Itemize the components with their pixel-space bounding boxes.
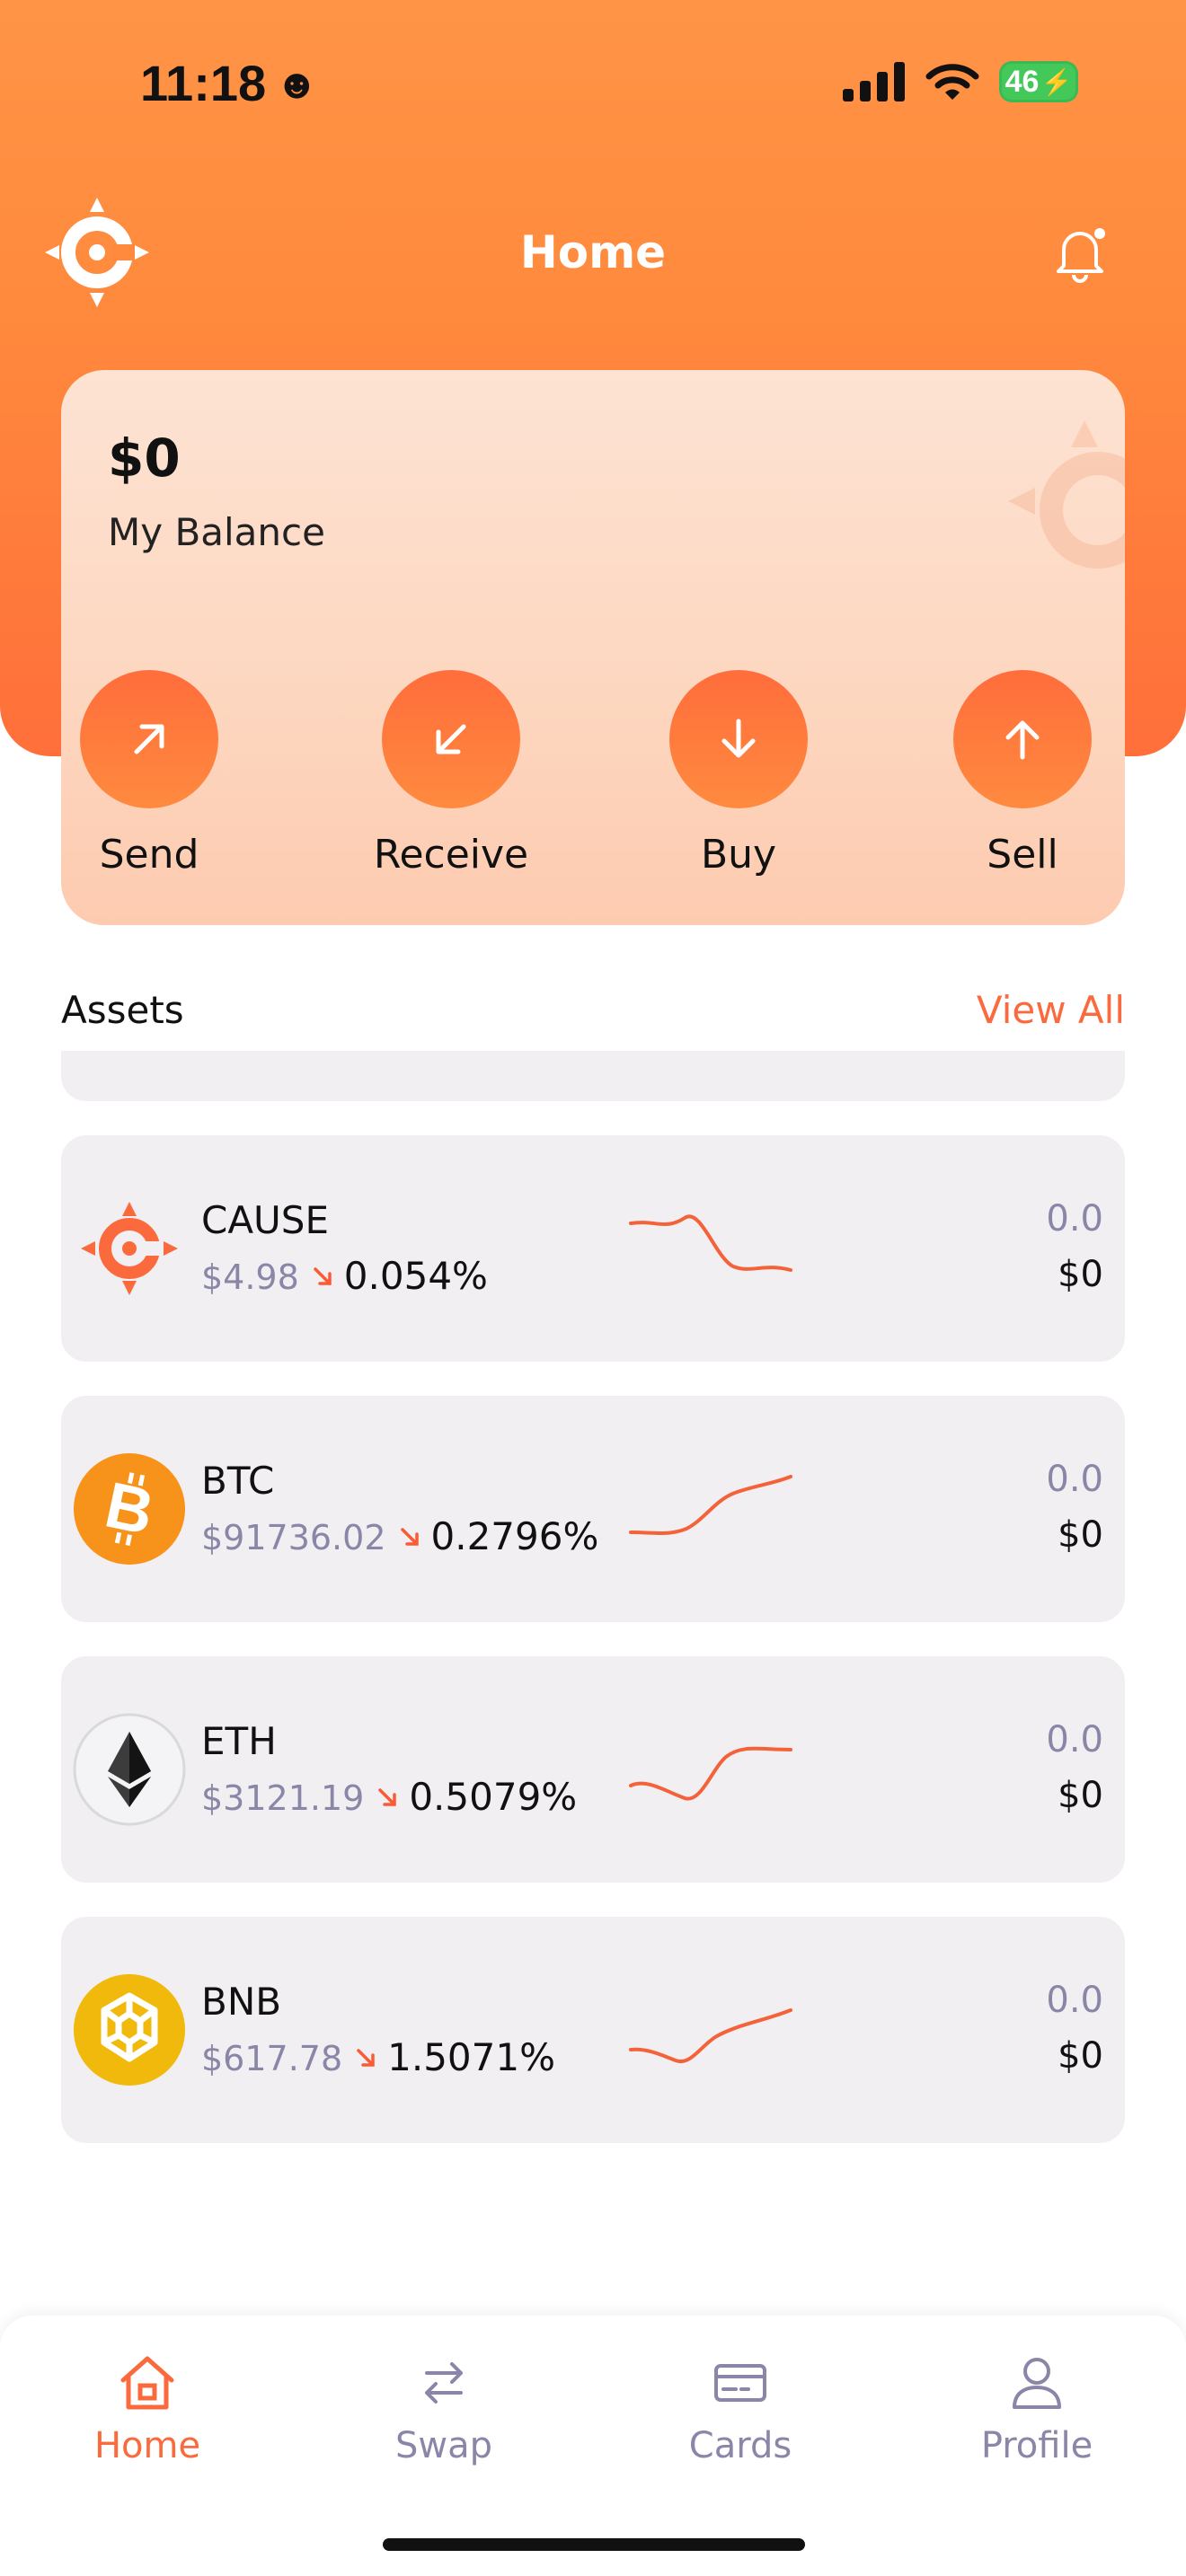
sell-label: Sell	[987, 832, 1058, 878]
status-time: 11:18 ☻	[140, 54, 319, 112]
trend-down-icon	[314, 1267, 332, 1285]
asset-row-btc[interactable]: B BTC $91736.02 0.2796% 0.0 $0	[61, 1396, 1125, 1622]
asset-value: $0	[1058, 1775, 1103, 1816]
sparkline-chart	[629, 1746, 792, 1801]
wifi-icon	[925, 64, 979, 100]
sell-circle[interactable]	[953, 670, 1092, 808]
profile-icon	[1013, 2358, 1061, 2409]
trend-down-icon	[400, 1528, 419, 1546]
app-screen: 11:18 ☻ 46 ⚡ Home $0 My Balance Send Rec…	[0, 0, 1186, 2576]
home-icon	[120, 2356, 174, 2410]
asset-price: $4.98	[201, 1257, 299, 1297]
receive-label: Receive	[373, 832, 529, 878]
view-all-link[interactable]: View All	[977, 988, 1125, 1032]
asset-change: 1.5071%	[387, 2035, 556, 2079]
asset-value: $0	[1058, 2035, 1103, 2077]
nav-label-profile: Profile	[980, 2425, 1093, 2466]
swap-icon	[425, 2362, 463, 2404]
asset-value: $0	[1058, 1254, 1103, 1295]
send-label: Send	[99, 832, 199, 878]
card-icon	[714, 2364, 766, 2402]
nav-label-swap: Swap	[394, 2425, 492, 2466]
arrow-up-right-icon	[134, 724, 164, 754]
asset-quantity: 0.0	[1046, 1198, 1103, 1239]
arrow-up-icon	[1005, 720, 1040, 760]
asset-row-bnb[interactable]: BNB $617.78 1.5071% 0.0 $0	[61, 1917, 1125, 2143]
asset-row-eth[interactable]: ETH $3121.19 0.5079% 0.0 $0	[61, 1656, 1125, 1883]
asset-card-partial[interactable]	[61, 1051, 1125, 1101]
buy-label: Buy	[700, 832, 777, 878]
nav-item-cards[interactable]: Cards	[642, 2351, 839, 2466]
battery-level: 46	[1005, 64, 1040, 99]
balance-card: $0 My Balance Send Receive Buy Sell	[61, 370, 1125, 925]
asset-quantity: 0.0	[1046, 1459, 1103, 1500]
bnb-icon	[74, 1974, 185, 2086]
asset-price-line: $617.78 1.5071%	[201, 2035, 555, 2079]
bell-icon[interactable]	[1053, 225, 1107, 284]
smiley-emoji: ☻	[275, 59, 319, 107]
nav-item-swap[interactable]: Swap	[345, 2351, 543, 2466]
asset-change: 0.2796%	[430, 1514, 599, 1558]
nav-item-home[interactable]: Home	[49, 2351, 246, 2466]
asset-symbol: BTC	[201, 1459, 275, 1503]
receive-circle[interactable]	[382, 670, 520, 808]
balance-label: My Balance	[108, 510, 325, 554]
nav-label-home: Home	[93, 2425, 201, 2466]
receive-button[interactable]: Receive	[361, 670, 541, 878]
asset-quantity: 0.0	[1046, 1719, 1103, 1760]
charging-icon: ⚡	[1040, 67, 1073, 96]
asset-price-line: $4.98 0.054%	[201, 1254, 488, 1298]
send-circle[interactable]	[80, 670, 218, 808]
sparkline-chart	[629, 1214, 792, 1272]
arrow-down-icon	[721, 719, 756, 758]
signal-icon	[843, 62, 905, 101]
battery-indicator: 46 ⚡	[999, 61, 1078, 102]
trend-down-icon	[378, 1788, 397, 1806]
asset-symbol: ETH	[201, 1719, 277, 1763]
status-indicators: 46 ⚡	[843, 61, 1078, 102]
sell-button[interactable]: Sell	[933, 670, 1112, 878]
asset-value: $0	[1058, 1514, 1103, 1556]
bitcoin-icon: B	[74, 1453, 185, 1565]
nav-label-cards: Cards	[688, 2425, 792, 2466]
cause-token-icon	[81, 1202, 178, 1295]
asset-price: $91736.02	[201, 1518, 386, 1557]
asset-symbol: CAUSE	[201, 1198, 329, 1242]
page-title: Home	[519, 226, 667, 278]
send-button[interactable]: Send	[61, 670, 239, 878]
buy-button[interactable]: Buy	[649, 670, 828, 878]
sparkline-chart	[629, 1475, 792, 1535]
ethereum-icon	[73, 1713, 186, 1826]
asset-price: $617.78	[201, 2039, 343, 2078]
asset-price-line: $3121.19 0.5079%	[201, 1775, 577, 1819]
status-time-text: 11:18	[140, 55, 267, 111]
sparkline-chart	[629, 2008, 792, 2064]
trend-down-icon	[357, 2049, 375, 2067]
asset-price: $3121.19	[201, 1778, 365, 1818]
asset-symbol: BNB	[201, 1980, 282, 2024]
arrow-down-left-icon	[436, 724, 466, 754]
asset-row-cause[interactable]: CAUSE $4.98 0.054% 0.0 $0	[61, 1135, 1125, 1362]
home-indicator[interactable]	[383, 2538, 805, 2551]
buy-circle[interactable]	[669, 670, 808, 808]
balance-amount: $0	[108, 428, 181, 489]
logo-watermark-icon	[1008, 420, 1125, 569]
asset-change: 0.5079%	[409, 1775, 578, 1819]
asset-change: 0.054%	[343, 1254, 488, 1298]
bottom-navigation: Home Swap Cards Profile	[0, 2316, 1186, 2576]
asset-price-line: $91736.02 0.2796%	[201, 1514, 598, 1558]
nav-item-profile[interactable]: Profile	[938, 2351, 1136, 2466]
asset-quantity: 0.0	[1046, 1980, 1103, 2021]
assets-title: Assets	[61, 988, 184, 1032]
